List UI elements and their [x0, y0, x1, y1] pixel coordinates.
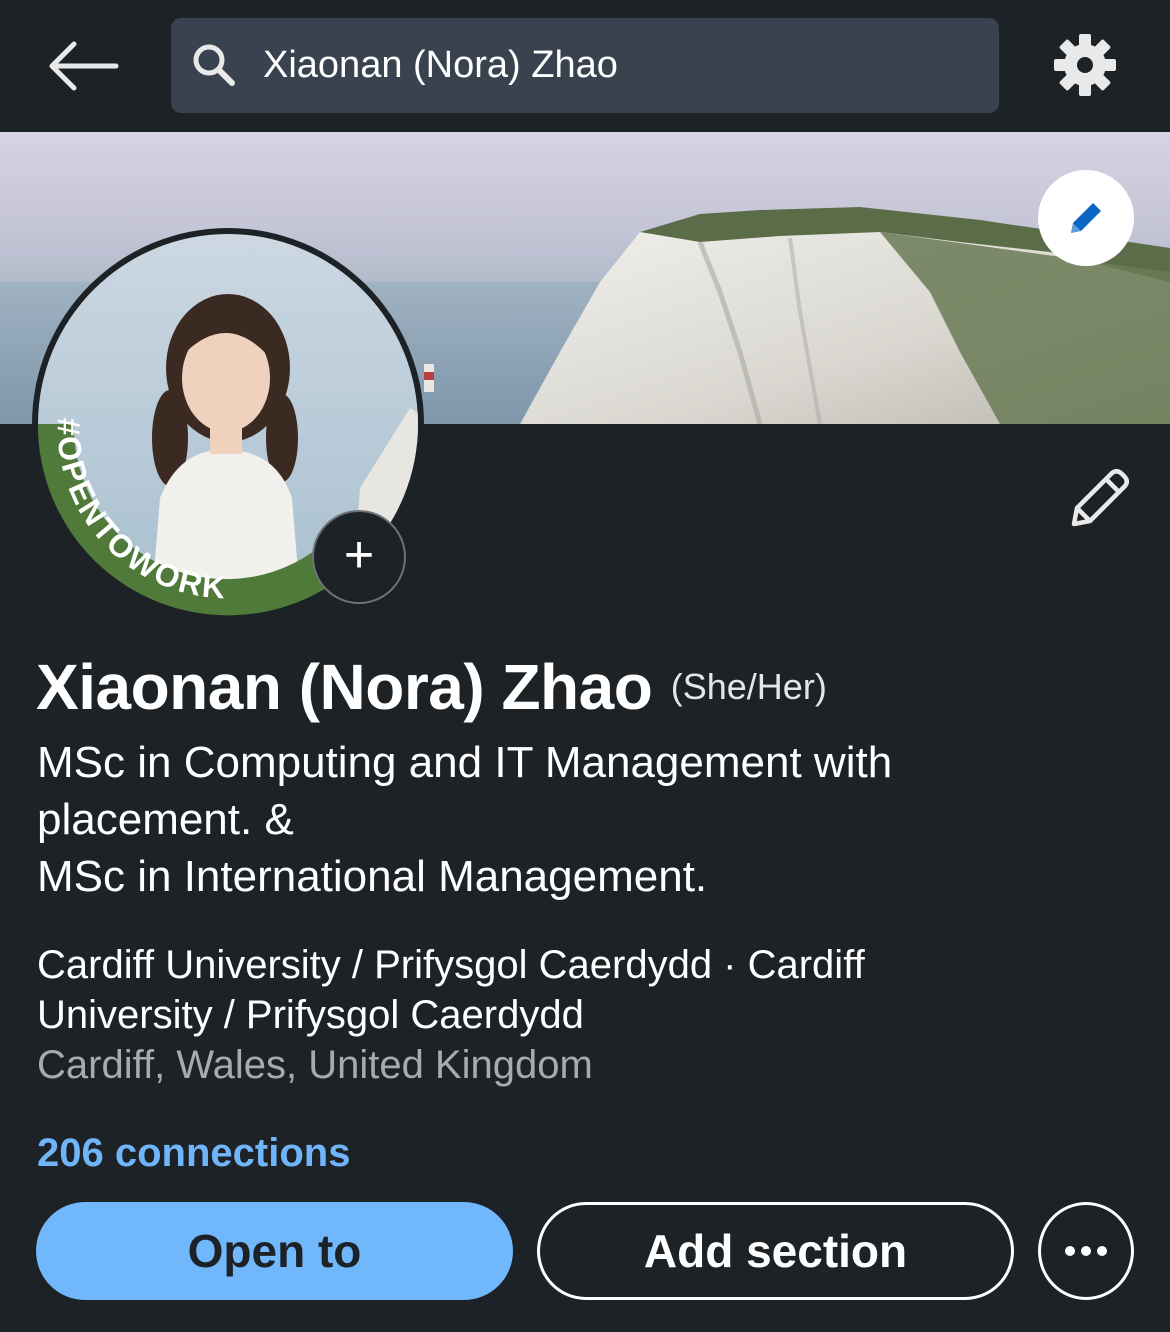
headline-line: MSc in International Management. [37, 852, 708, 901]
connections-link[interactable]: 206 connections [37, 1128, 350, 1178]
headline-line: placement. & [37, 795, 294, 844]
back-button[interactable] [44, 36, 120, 96]
education-line: University / Prifysgol Caerdydd [37, 993, 584, 1037]
edit-intro-button[interactable] [1060, 462, 1136, 538]
profile-headline: MSc in Computing and IT Management with … [37, 734, 1047, 905]
more-actions-button[interactable] [1038, 1202, 1134, 1300]
profile-name: Xiaonan (Nora) Zhao [36, 651, 653, 723]
gear-icon [1054, 34, 1116, 96]
top-bar: Xiaonan (Nora) Zhao [0, 0, 1170, 132]
add-section-button[interactable]: Add section [537, 1202, 1014, 1300]
profile-name-line: Xiaonan (Nora) Zhao (She/Her) [36, 650, 1136, 724]
edit-banner-button[interactable] [1038, 170, 1134, 266]
plus-icon: + [343, 526, 375, 584]
profile-pronouns: (She/Her) [670, 666, 827, 707]
profile-location: Cardiff, Wales, United Kingdom [37, 1043, 593, 1087]
search-bar[interactable]: Xiaonan (Nora) Zhao [171, 18, 999, 113]
search-query[interactable]: Xiaonan (Nora) Zhao [263, 40, 618, 90]
search-icon [193, 44, 235, 86]
profile-education[interactable]: Cardiff University / Prifysgol Caerdydd … [37, 940, 1097, 1040]
add-photo-button[interactable]: + [312, 510, 406, 604]
open-to-button[interactable]: Open to [36, 1202, 513, 1300]
headline-line: MSc in Computing and IT Management with [37, 738, 893, 787]
pencil-icon [1071, 469, 1129, 527]
pencil-icon [1071, 203, 1101, 233]
arrow-left-icon [49, 41, 119, 91]
ellipsis-icon [1065, 1246, 1107, 1256]
settings-button[interactable] [1052, 32, 1118, 98]
education-line: Cardiff University / Prifysgol Caerdydd … [37, 943, 865, 987]
